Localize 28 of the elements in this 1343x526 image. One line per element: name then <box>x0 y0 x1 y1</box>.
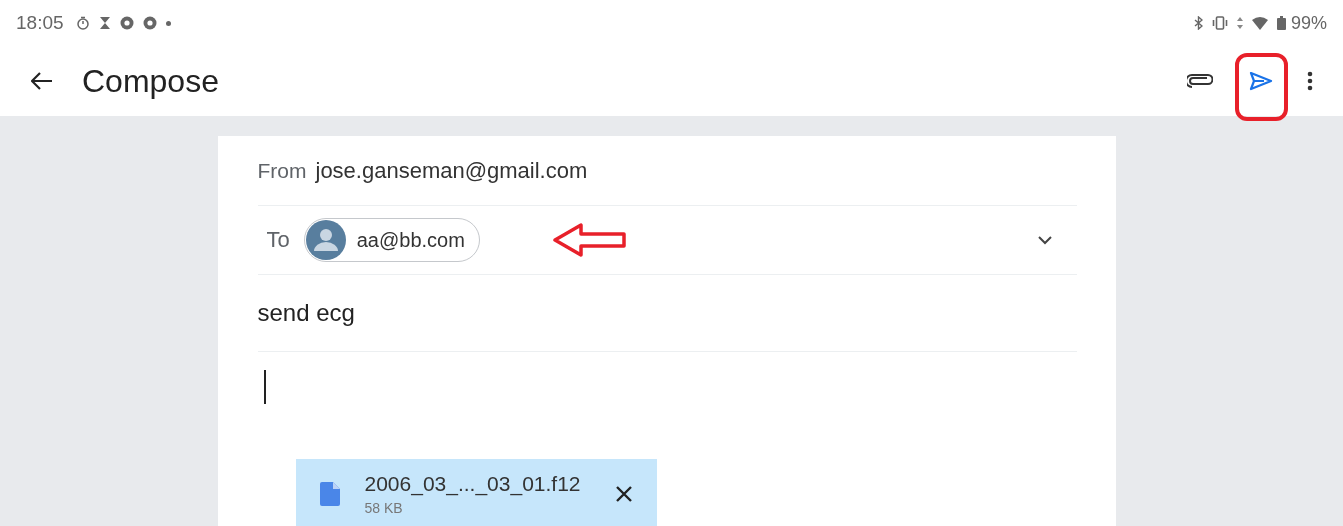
from-label: From <box>257 158 307 183</box>
attachment-name: 2006_03_..._03_01.f12 <box>364 472 582 496</box>
more-options-icon[interactable] <box>1307 71 1313 91</box>
chevron-down-icon[interactable] <box>1037 235 1052 245</box>
file-icon <box>319 482 340 506</box>
chrome-icon <box>142 16 157 30</box>
paperclip-icon[interactable] <box>1187 74 1213 88</box>
sender-address: jose.ganseman@gmail.com <box>315 157 588 184</box>
battery-percent: 99% <box>1290 12 1327 34</box>
to-label: To <box>266 227 290 253</box>
back-arrow-icon[interactable] <box>31 72 53 90</box>
dot-icon <box>165 20 171 26</box>
send-icon[interactable] <box>1249 71 1273 91</box>
subject-text[interactable]: send ecg <box>257 299 355 327</box>
close-icon[interactable] <box>614 485 633 503</box>
battery-icon <box>1276 16 1286 30</box>
chrome-icon <box>119 16 134 30</box>
bluetooth-icon <box>1193 16 1203 30</box>
status-time: 18:05 <box>16 12 64 34</box>
hourglass-icon <box>98 16 111 30</box>
screen-title: Compose <box>82 62 219 100</box>
attachment-size: 58 KB <box>364 500 404 516</box>
vibrate-icon <box>1211 16 1228 30</box>
data-arrows-icon <box>1236 16 1243 30</box>
attachment-card[interactable]: 2006_03_..._03_01.f12 58 KB <box>295 459 657 526</box>
avatar-icon <box>305 220 346 260</box>
wifi-icon <box>1251 16 1268 30</box>
timer-icon <box>75 16 90 30</box>
